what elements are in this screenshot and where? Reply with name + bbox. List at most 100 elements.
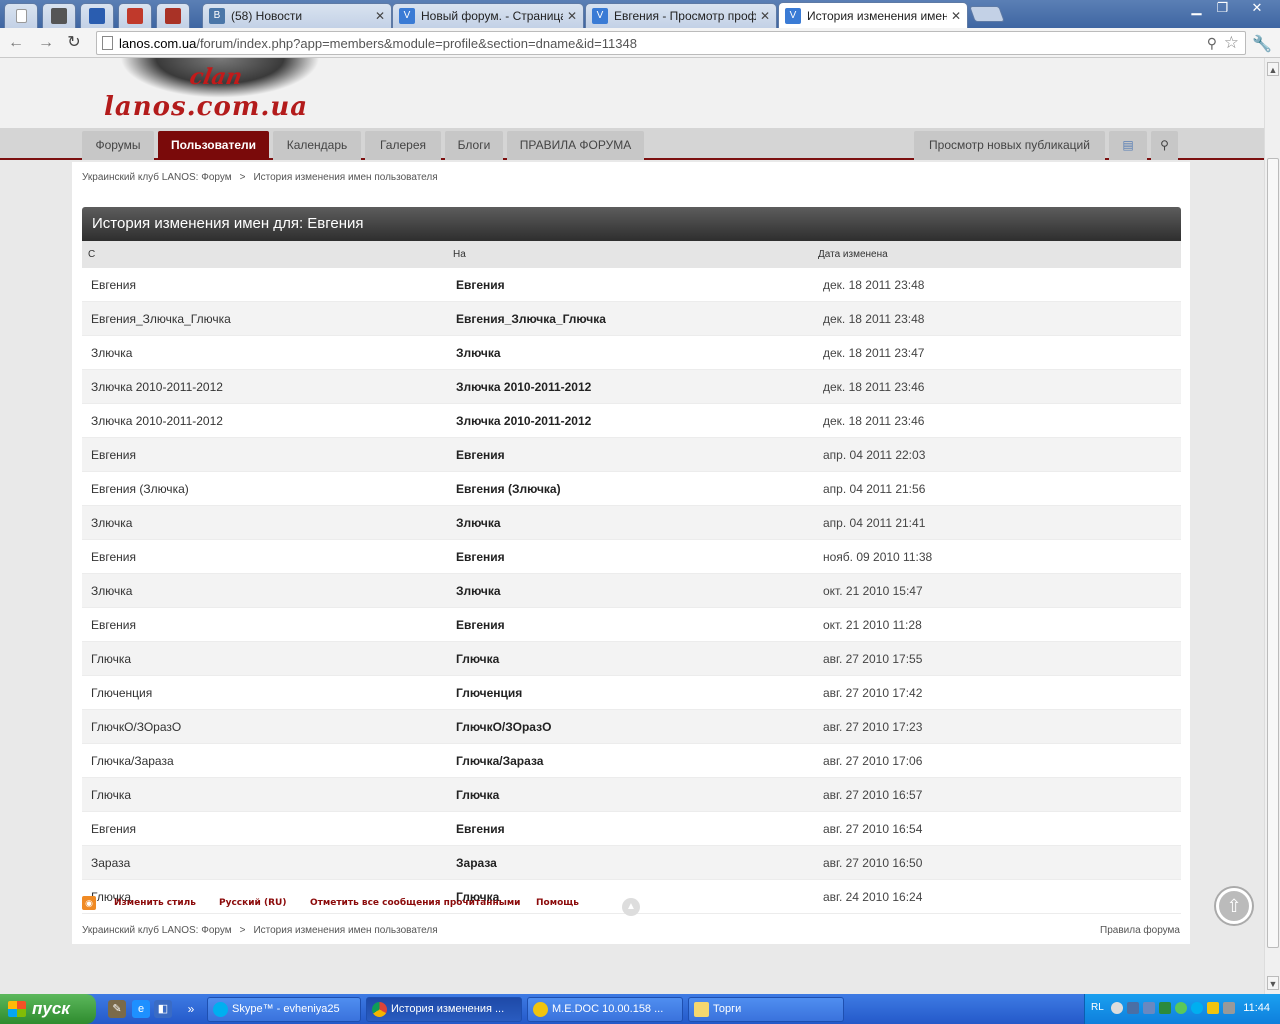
back-to-top-icon[interactable]: ⇧ bbox=[1216, 888, 1252, 924]
key-tray-icon[interactable] bbox=[1207, 1002, 1219, 1014]
new-tab-button[interactable] bbox=[969, 6, 1005, 22]
new-name-cell: Глюченция bbox=[456, 686, 523, 700]
quicklaunch-icon[interactable]: ✎ bbox=[108, 1000, 126, 1018]
old-name-cell: Глючка bbox=[91, 652, 132, 666]
tray-icon[interactable] bbox=[1223, 1002, 1235, 1014]
table-row: Глюченция Глюченция авг. 27 2010 17:42 bbox=[82, 676, 1181, 710]
old-name-cell: Злючка bbox=[91, 346, 133, 360]
tab-users[interactable]: Пользователи bbox=[158, 131, 269, 160]
scroll-up-dot-icon[interactable]: ▲ bbox=[622, 898, 640, 916]
bookmark-star-icon[interactable]: ☆ bbox=[1224, 33, 1239, 53]
more-chevron-icon[interactable]: » bbox=[182, 1000, 200, 1018]
tab-name-history[interactable]: V История изменения имен пол ✕ bbox=[778, 2, 968, 28]
tab-forum-rules[interactable]: ПРАВИЛА ФОРУМА bbox=[507, 131, 644, 160]
back-icon[interactable]: ← bbox=[6, 33, 26, 53]
tab-profile[interactable]: V Евгения - Просмотр профиля ✕ bbox=[585, 3, 777, 28]
pinned-tab-1[interactable] bbox=[42, 3, 76, 28]
location-pin-icon[interactable]: ⚲ bbox=[1151, 131, 1178, 160]
help-link[interactable]: Помощь bbox=[536, 898, 579, 908]
task-skype[interactable]: Skype™ - evheniya25 bbox=[207, 997, 361, 1022]
start-button[interactable]: пуск bbox=[0, 994, 96, 1024]
task-label: Торги bbox=[713, 1003, 742, 1015]
tab-calendar[interactable]: Календарь bbox=[273, 131, 361, 160]
task-chrome[interactable]: История изменения ... bbox=[366, 997, 522, 1022]
logo-site[interactable]: lanos.com.ua bbox=[104, 92, 308, 122]
page-viewport: clan lanos.com.ua Форумы Пользователи Ка… bbox=[0, 58, 1264, 994]
new-posts-button[interactable]: Просмотр новых публикаций bbox=[914, 131, 1105, 160]
scroll-down-arrow-icon[interactable]: ▼ bbox=[1267, 976, 1279, 990]
quicklaunch-icon[interactable]: ◧ bbox=[154, 1000, 172, 1018]
table-header: С На Дата изменена bbox=[82, 241, 1181, 268]
skype-tray-icon[interactable] bbox=[1191, 1002, 1203, 1014]
old-name-cell: Злючка 2010-2011-2012 bbox=[91, 414, 223, 428]
scroll-thumb[interactable] bbox=[1267, 158, 1279, 948]
task-label: M.E.DOC 10.00.158 ... bbox=[552, 1003, 664, 1015]
search-icon[interactable]: ⚲ bbox=[1207, 35, 1217, 52]
logo-clan[interactable]: clan bbox=[188, 64, 245, 90]
tray-icon[interactable] bbox=[1143, 1002, 1155, 1014]
tab-gallery[interactable]: Галерея bbox=[365, 131, 441, 160]
column-date: Дата изменена bbox=[818, 249, 888, 260]
new-name-cell: Евгения_Злючка_Глючка bbox=[456, 312, 606, 326]
tray-icon[interactable] bbox=[1159, 1002, 1171, 1014]
restore-icon[interactable]: ❐ bbox=[1210, 0, 1235, 18]
close-tab-icon[interactable]: ✕ bbox=[760, 9, 770, 23]
table-row: Глючка Глючка авг. 27 2010 17:55 bbox=[82, 642, 1181, 676]
table-row: Глючка Глючка авг. 27 2010 16:57 bbox=[82, 778, 1181, 812]
date-cell: авг. 27 2010 16:54 bbox=[823, 822, 923, 836]
tray-icon[interactable] bbox=[1127, 1002, 1139, 1014]
old-name-cell: ГлючкО/ЗОразО bbox=[91, 720, 182, 734]
tray-expand-icon[interactable] bbox=[1111, 1002, 1123, 1014]
tab-news[interactable]: В (58) Новости ✕ bbox=[202, 3, 392, 28]
address-bar[interactable]: lanos.com.ua/forum/index.php?app=members… bbox=[96, 31, 1246, 55]
mark-all-read-link[interactable]: Отметить все сообщения прочитанными bbox=[310, 898, 521, 908]
url-text[interactable]: lanos.com.ua/forum/index.php?app=members… bbox=[119, 36, 637, 51]
page-scrollbar[interactable]: ▲ ▼ bbox=[1264, 58, 1280, 994]
close-tab-icon[interactable]: ✕ bbox=[951, 9, 961, 23]
folder-icon bbox=[694, 1002, 709, 1017]
pinned-tab-4[interactable] bbox=[156, 3, 190, 28]
url-path: /forum/index.php?app=members&module=prof… bbox=[196, 36, 637, 51]
rss-icon[interactable]: ◉ bbox=[82, 896, 96, 910]
task-folder[interactable]: Торги bbox=[688, 997, 844, 1022]
close-tab-icon[interactable]: ✕ bbox=[567, 9, 577, 23]
app-icon bbox=[127, 8, 143, 24]
app-icon bbox=[165, 8, 181, 24]
pinned-tab-3[interactable] bbox=[118, 3, 152, 28]
tab-forums[interactable]: Форумы bbox=[82, 131, 154, 160]
table-row: Зараза Зараза авг. 27 2010 16:50 bbox=[82, 846, 1181, 880]
ie-icon[interactable]: e bbox=[132, 1000, 150, 1018]
wrench-menu-icon[interactable]: 🔧 bbox=[1252, 34, 1272, 54]
page-icon bbox=[102, 36, 113, 50]
tab-forum-page[interactable]: V Новый форум. - Страница 4 ✕ bbox=[392, 3, 584, 28]
breadcrumb-current[interactable]: История изменения имен пользователя bbox=[253, 172, 437, 183]
pinned-tab-blank[interactable] bbox=[4, 3, 38, 28]
language-link[interactable]: Русский (RU) bbox=[219, 898, 286, 908]
tab-blogs[interactable]: Блоги bbox=[445, 131, 503, 160]
windows-logo-icon bbox=[8, 1001, 26, 1017]
breadcrumb-current[interactable]: История изменения имен пользователя bbox=[253, 925, 437, 936]
language-indicator[interactable]: RL bbox=[1091, 1002, 1104, 1013]
chrome-icon bbox=[372, 1002, 387, 1017]
table-row: Евгения Евгения апр. 04 2011 22:03 bbox=[82, 438, 1181, 472]
notes-icon[interactable]: ▤ bbox=[1109, 131, 1147, 160]
forum-rules-link[interactable]: Правила форума bbox=[1100, 925, 1180, 936]
scroll-up-arrow-icon[interactable]: ▲ bbox=[1267, 62, 1279, 76]
tray-icon[interactable] bbox=[1175, 1002, 1187, 1014]
task-medoc[interactable]: M.E.DOC 10.00.158 ... bbox=[527, 997, 683, 1022]
breadcrumb-root[interactable]: Украинский клуб LANOS: Форум bbox=[82, 925, 232, 936]
change-style-link[interactable]: Изменить стиль bbox=[114, 898, 196, 908]
minimize-icon[interactable]: ▁ bbox=[1184, 0, 1209, 18]
close-tab-icon[interactable]: ✕ bbox=[375, 9, 385, 23]
breadcrumb-bottom: Украинский клуб LANOS: Форум > История изм… bbox=[82, 925, 438, 936]
site-header: clan lanos.com.ua bbox=[0, 58, 1264, 128]
close-window-icon[interactable]: ✕ bbox=[1240, 0, 1274, 18]
date-cell: дек. 18 2011 23:47 bbox=[823, 346, 925, 360]
reload-icon[interactable]: ↻ bbox=[64, 33, 84, 53]
pinned-tab-2[interactable] bbox=[80, 3, 114, 28]
forward-icon[interactable]: → bbox=[36, 33, 56, 53]
date-cell: дек. 18 2011 23:46 bbox=[823, 380, 925, 394]
breadcrumb-root[interactable]: Украинский клуб LANOS: Форум bbox=[82, 172, 232, 183]
new-name-cell: Глючка bbox=[456, 652, 500, 666]
url-host: lanos.com.ua bbox=[119, 36, 197, 51]
